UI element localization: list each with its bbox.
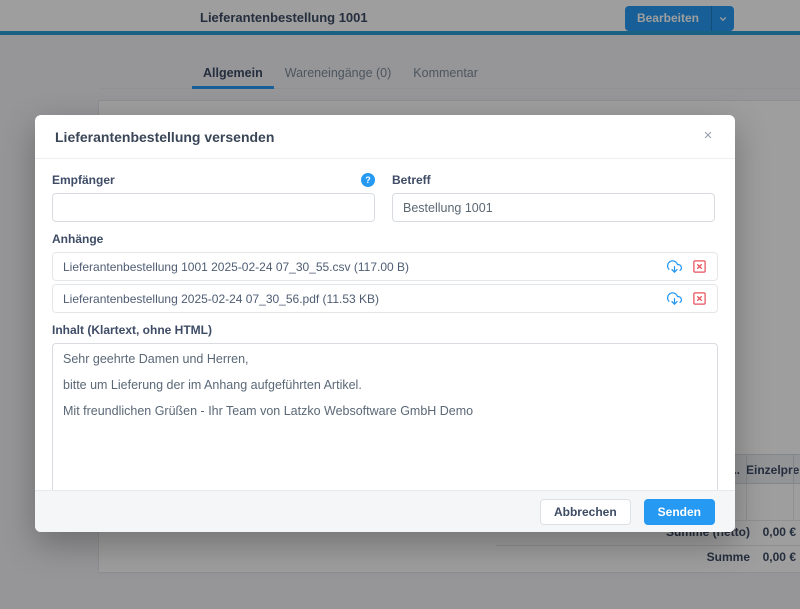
close-icon[interactable]: ×: [697, 125, 719, 147]
recipient-input[interactable]: [52, 193, 375, 222]
attachment-row: Lieferantenbestellung 1001 2025-02-24 07…: [52, 252, 718, 281]
download-cloud-icon[interactable]: [666, 259, 683, 274]
send-button[interactable]: Senden: [644, 499, 715, 525]
modal-title: Lieferantenbestellung versenden: [55, 129, 274, 145]
modal-body: Empfänger ? Betreff Anhänge Lieferantenb…: [35, 159, 735, 490]
attachment-row: Lieferantenbestellung 2025-02-24 07_30_5…: [52, 284, 718, 313]
subject-field-group: Betreff: [392, 173, 715, 222]
subject-input[interactable]: [392, 193, 715, 222]
recipient-label: Empfänger: [52, 173, 115, 187]
content-label: Inhalt (Klartext, ohne HTML): [52, 323, 718, 337]
recipient-field-group: Empfänger ?: [52, 173, 375, 222]
subject-label: Betreff: [392, 173, 431, 187]
send-order-modal: Lieferantenbestellung versenden × Empfän…: [35, 115, 735, 532]
delete-x-square-icon[interactable]: [692, 259, 707, 274]
cancel-button[interactable]: Abbrechen: [540, 499, 631, 525]
download-cloud-icon[interactable]: [666, 291, 683, 306]
attachment-filename: Lieferantenbestellung 2025-02-24 07_30_5…: [63, 292, 657, 306]
delete-x-square-icon[interactable]: [692, 291, 707, 306]
help-icon[interactable]: ?: [361, 173, 375, 187]
attachments-section: Anhänge Lieferantenbestellung 1001 2025-…: [52, 232, 718, 313]
modal-footer: Abbrechen Senden: [35, 490, 735, 532]
modal-header: Lieferantenbestellung versenden ×: [35, 115, 735, 159]
attachment-filename: Lieferantenbestellung 1001 2025-02-24 07…: [63, 260, 657, 274]
attachments-label: Anhänge: [52, 232, 718, 246]
